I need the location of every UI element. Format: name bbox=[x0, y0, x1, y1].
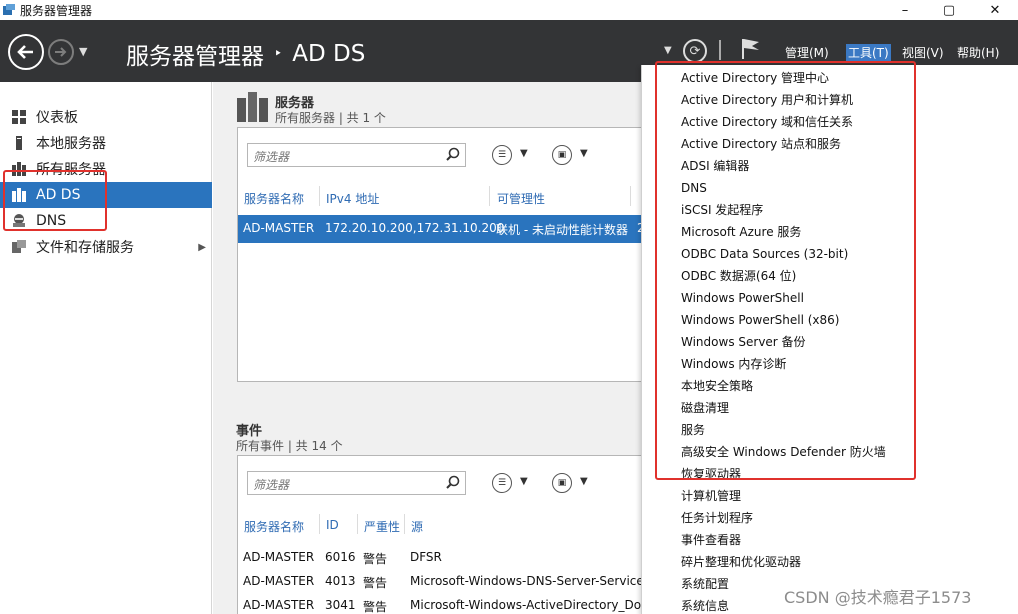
table-row[interactable]: AD-MASTER 172.20.10.200,172.31.10.200 联机… bbox=[238, 215, 645, 243]
menu-tools[interactable]: 工具(T) bbox=[846, 44, 891, 61]
cell-source: Microsoft-Windows-DNS-Server-Service bbox=[410, 574, 644, 588]
column-header-severity[interactable]: 严重性 bbox=[364, 518, 400, 535]
highlight-box-menu bbox=[655, 61, 916, 480]
column-separator bbox=[319, 514, 320, 534]
sidebar-item-local-server[interactable]: 本地服务器 bbox=[0, 130, 212, 156]
cell-id: 6016 bbox=[325, 550, 356, 564]
cell-source: DFSR bbox=[410, 550, 442, 564]
list-view-icon[interactable]: ☰ bbox=[492, 473, 512, 493]
dashboard-icon bbox=[12, 110, 26, 124]
refresh-button[interactable]: ⟳ bbox=[683, 39, 707, 63]
watermark: CSDN @技术瘾君子1573 bbox=[784, 588, 972, 607]
notification-dropdown-icon[interactable]: ▼ bbox=[664, 45, 672, 56]
main-content: 服务器 所有服务器 | 共 1 个 筛选器 ☰ ▼ ▣ ▼ 服务器名称 IPv4… bbox=[213, 82, 645, 614]
sidebar-item-dashboard[interactable]: 仪表板 bbox=[0, 104, 212, 130]
save-query-dropdown-icon[interactable]: ▼ bbox=[580, 148, 588, 159]
cell-severity: 警告 bbox=[363, 600, 388, 614]
menu-help[interactable]: 帮助(H) bbox=[957, 44, 999, 61]
column-header-manageability[interactable]: 可管理性 bbox=[497, 190, 545, 207]
breadcrumb-separator: ‣ bbox=[274, 46, 283, 62]
events-filter-input[interactable]: 筛选器 bbox=[247, 471, 466, 495]
list-view-dropdown-icon[interactable]: ▼ bbox=[520, 476, 528, 487]
column-separator bbox=[357, 514, 358, 534]
refresh-icon: ⟳ bbox=[689, 43, 701, 59]
column-header-source[interactable]: 源 bbox=[411, 518, 423, 535]
forward-arrow-icon bbox=[55, 47, 67, 57]
cell-server: AD-MASTER bbox=[243, 550, 315, 564]
servers-panel: 筛选器 ☰ ▼ ▣ ▼ 服务器名称 IPv4 地址 可管理性 AD-MASTER… bbox=[237, 127, 645, 382]
menu-item-task-scheduler[interactable]: 任务计划程序 bbox=[681, 507, 753, 529]
servers-section-icon bbox=[237, 92, 269, 124]
menu-item-defragment[interactable]: 碎片整理和优化驱动器 bbox=[681, 551, 801, 573]
servers-filter-input[interactable]: 筛选器 bbox=[247, 143, 466, 167]
column-header-ipv4[interactable]: IPv4 地址 bbox=[326, 190, 379, 207]
back-button[interactable] bbox=[8, 34, 44, 70]
cell-severity: 警告 bbox=[363, 576, 388, 590]
cell-id: 3041 bbox=[325, 598, 356, 612]
sidebar: 仪表板 本地服务器 所有服务器 AD DS DNS 文件和存储服务 ▶ bbox=[0, 82, 212, 614]
column-header-id[interactable]: ID bbox=[326, 518, 339, 532]
notifications-flag-icon[interactable] bbox=[740, 37, 762, 61]
sidebar-item-file-storage[interactable]: 文件和存储服务 ▶ bbox=[0, 234, 212, 260]
sidebar-item-label: 文件和存储服务 bbox=[36, 240, 134, 256]
server-manager-icon bbox=[2, 4, 16, 16]
cell-server: AD-MASTER bbox=[243, 598, 315, 612]
title-bar: 服务器管理器 – ▢ ✕ bbox=[0, 0, 1018, 20]
server-icon bbox=[12, 136, 26, 150]
events-section-subtitle: 所有事件 | 共 14 个 bbox=[236, 439, 343, 453]
column-separator bbox=[630, 186, 631, 206]
back-arrow-icon bbox=[17, 45, 33, 59]
breadcrumb: 服务器管理器 ‣ AD DS bbox=[126, 37, 365, 71]
breadcrumb-current: AD DS bbox=[292, 41, 366, 67]
window-title: 服务器管理器 bbox=[20, 3, 93, 18]
list-view-icon[interactable]: ☰ bbox=[492, 145, 512, 165]
maximize-button[interactable]: ▢ bbox=[926, 0, 972, 20]
filter-placeholder: 筛选器 bbox=[253, 478, 290, 492]
menu-item-computer-management[interactable]: 计算机管理 bbox=[681, 485, 741, 507]
filter-placeholder: 筛选器 bbox=[253, 150, 290, 164]
menu-item-system-configuration[interactable]: 系统配置 bbox=[681, 573, 729, 595]
cell-server-name: AD-MASTER bbox=[243, 221, 315, 235]
close-button[interactable]: ✕ bbox=[972, 0, 1018, 20]
menu-item-event-viewer[interactable]: 事件查看器 bbox=[681, 529, 741, 551]
search-icon[interactable] bbox=[446, 147, 460, 161]
save-query-icon[interactable]: ▣ bbox=[552, 473, 572, 493]
column-separator bbox=[319, 186, 320, 206]
cell-ipv4: 172.20.10.200,172.31.10.200 bbox=[325, 221, 505, 235]
column-separator bbox=[489, 186, 490, 206]
events-panel: 筛选器 ☰ ▼ ▣ ▼ 服务器名称 ID 严重性 源 AD-MASTER 601… bbox=[237, 455, 644, 614]
column-separator bbox=[404, 514, 405, 534]
minimize-button[interactable]: – bbox=[882, 0, 928, 20]
history-dropdown-icon[interactable]: ▼ bbox=[79, 45, 87, 58]
column-header-server-name[interactable]: 服务器名称 bbox=[244, 518, 304, 535]
save-query-dropdown-icon[interactable]: ▼ bbox=[580, 476, 588, 487]
header-divider bbox=[719, 40, 721, 60]
cell-id: 4013 bbox=[325, 574, 356, 588]
save-query-icon[interactable]: ▣ bbox=[552, 145, 572, 165]
servers-section-subtitle: 所有服务器 | 共 1 个 bbox=[275, 111, 386, 125]
highlight-box-sidebar bbox=[3, 170, 107, 231]
cell-severity: 警告 bbox=[363, 552, 388, 566]
sidebar-item-label: 仪表板 bbox=[36, 110, 78, 126]
file-storage-icon bbox=[12, 240, 26, 254]
cell-manageability: 联机 - 未启动性能计数器 bbox=[496, 223, 628, 237]
forward-button[interactable] bbox=[48, 39, 74, 65]
list-view-dropdown-icon[interactable]: ▼ bbox=[520, 148, 528, 159]
expand-arrow-icon[interactable]: ▶ bbox=[198, 242, 206, 253]
breadcrumb-root[interactable]: 服务器管理器 bbox=[126, 37, 264, 71]
search-icon[interactable] bbox=[446, 475, 460, 489]
column-header-server-name[interactable]: 服务器名称 bbox=[244, 190, 304, 207]
menu-manage[interactable]: 管理(M) bbox=[785, 44, 829, 61]
cell-source: Microsoft-Windows-ActiveDirectory_Do bbox=[410, 598, 642, 612]
cell-server: AD-MASTER bbox=[243, 574, 315, 588]
menu-item-system-information[interactable]: 系统信息 bbox=[681, 595, 729, 614]
sidebar-item-label: 本地服务器 bbox=[36, 136, 106, 152]
menu-view[interactable]: 视图(V) bbox=[902, 44, 944, 61]
